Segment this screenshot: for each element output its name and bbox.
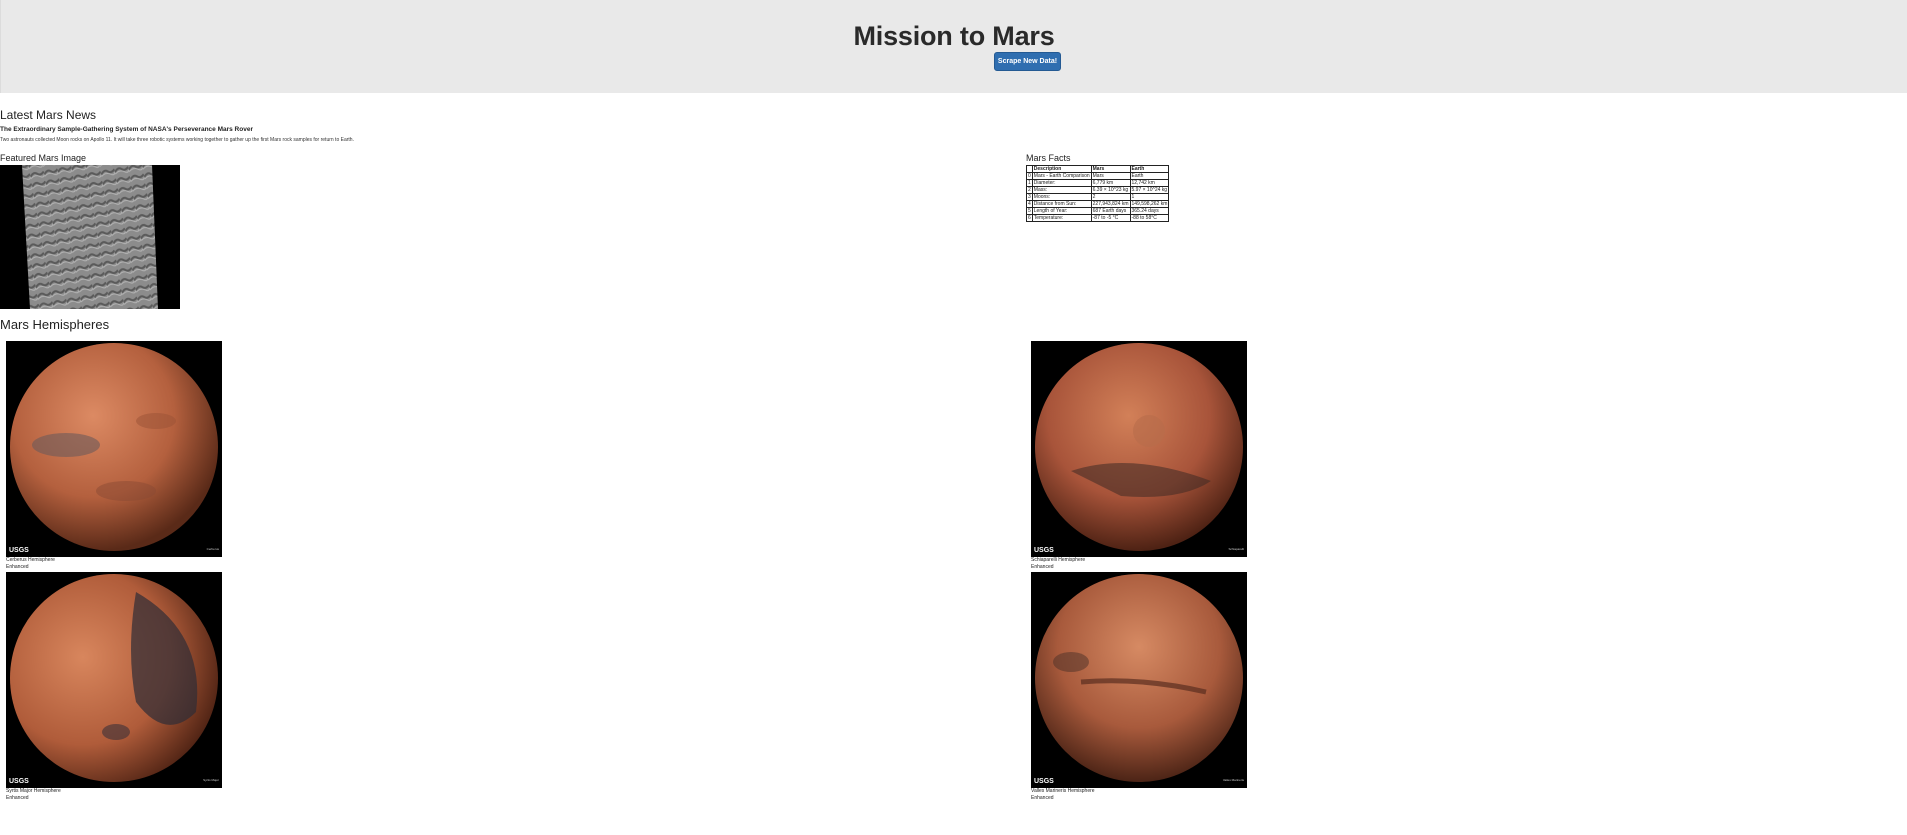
page-title: Mission to Mars	[853, 21, 1055, 51]
latest-news-heading: Latest Mars News	[0, 108, 97, 122]
image-label: Schiaparelli	[1228, 547, 1244, 551]
hemisphere-card-schiaparelli[interactable]: USGS Schiaparelli Schiaparelli Hemispher…	[1031, 341, 1247, 570]
image-label: Syrtis Major	[203, 778, 219, 782]
mars-globe-graphic	[10, 343, 218, 551]
table-cell: Temperature:	[1031, 214, 1092, 222]
table-cell: 149,598,262 km	[1129, 200, 1170, 208]
featured-image-graphic	[0, 165, 180, 309]
table-cell: Mass:	[1031, 186, 1092, 194]
usgs-logo: USGS	[9, 778, 29, 785]
table-cell: 227,943,824 km	[1090, 200, 1131, 208]
table-cell: 5.97 × 10^24 kg	[1129, 186, 1170, 194]
table-cell: Length of Year:	[1031, 207, 1092, 215]
table-cell: Mars	[1090, 172, 1131, 180]
hemispheres-heading: Mars Hemispheres	[0, 317, 110, 332]
table-header-row: Description Mars Earth	[1026, 165, 1170, 173]
column-header: Earth	[1129, 165, 1170, 173]
hemisphere-image[interactable]: USGS Syrtis Major	[6, 572, 222, 788]
table-cell: Distance from Sun:	[1031, 200, 1092, 208]
table-row: 4 Distance from Sun: 227,943,824 km 149,…	[1026, 200, 1170, 208]
table-cell: 2	[1090, 193, 1131, 201]
table-cell: -88 to 58°C	[1129, 214, 1170, 222]
table-row: 0 Mars - Earth Comparison Mars Earth	[1026, 172, 1170, 180]
table-row: 5 Length of Year: 687 Earth days 365.24 …	[1026, 207, 1170, 215]
image-label: Cerberus	[206, 547, 219, 551]
mars-globe-graphic	[10, 574, 218, 782]
news-title: The Extraordinary Sample-Gathering Syste…	[0, 126, 253, 133]
featured-mars-image[interactable]	[0, 165, 180, 309]
table-cell: 6.39 × 10^23 kg	[1090, 186, 1131, 194]
table-cell: 687 Earth days	[1090, 207, 1131, 215]
usgs-logo: USGS	[1034, 778, 1054, 785]
table-row: 3 Moons: 2 1	[1026, 193, 1170, 201]
column-header: Description	[1031, 165, 1092, 173]
hemisphere-subtitle: Enhanced	[6, 794, 29, 801]
jumbotron-header: Mission to Mars Scrape New Data!	[0, 0, 1907, 93]
table-cell: 365.24 days	[1129, 207, 1170, 215]
hemisphere-card-valles-marineris[interactable]: USGS Valles Marineris Valles Marineris H…	[1031, 572, 1247, 801]
table-cell: 1	[1129, 193, 1170, 201]
hemisphere-subtitle: Enhanced	[6, 563, 29, 570]
table-row: 2 Mass: 6.39 × 10^23 kg 5.97 × 10^24 kg	[1026, 186, 1170, 194]
news-paragraph: Two astronauts collected Moon rocks on A…	[0, 137, 354, 143]
hemisphere-image[interactable]: USGS Schiaparelli	[1031, 341, 1247, 557]
featured-image-heading: Featured Mars Image	[0, 153, 87, 163]
table-cell: Diameter:	[1031, 179, 1092, 187]
mars-facts-table: Description Mars Earth 0 Mars - Earth Co…	[1026, 165, 1170, 222]
hemisphere-image[interactable]: USGS Valles Marineris	[1031, 572, 1247, 788]
table-row: 1 Diameter: 6,779 km 12,742 km	[1026, 179, 1170, 187]
usgs-logo: USGS	[9, 547, 29, 554]
scrape-new-data-button[interactable]: Scrape New Data!	[994, 52, 1061, 71]
table-row: 6 Temperature: -87 to -5 °C -88 to 58°C	[1026, 214, 1170, 222]
column-header: Mars	[1090, 165, 1131, 173]
hemisphere-subtitle: Enhanced	[1031, 794, 1054, 801]
mars-facts-heading: Mars Facts	[1026, 153, 1071, 163]
table-cell: Mars - Earth Comparison	[1031, 172, 1092, 180]
table-cell: Earth	[1129, 172, 1170, 180]
table-cell: Moons:	[1031, 193, 1092, 201]
hemisphere-image[interactable]: USGS Cerberus	[6, 341, 222, 557]
usgs-logo: USGS	[1034, 547, 1054, 554]
hemisphere-card-cerberus[interactable]: USGS Cerberus Cerberus Hemisphere Enhanc…	[6, 341, 222, 570]
table-cell: -87 to -5 °C	[1090, 214, 1131, 222]
table-cell: 12,742 km	[1129, 179, 1170, 187]
image-label: Valles Marineris	[1222, 778, 1244, 782]
mars-globe-graphic	[1035, 574, 1243, 782]
table-cell: 6,779 km	[1090, 179, 1131, 187]
mars-globe-graphic	[1035, 343, 1243, 551]
hemisphere-card-syrtis-major[interactable]: USGS Syrtis Major Syrtis Major Hemispher…	[6, 572, 222, 801]
hemisphere-subtitle: Enhanced	[1031, 563, 1054, 570]
